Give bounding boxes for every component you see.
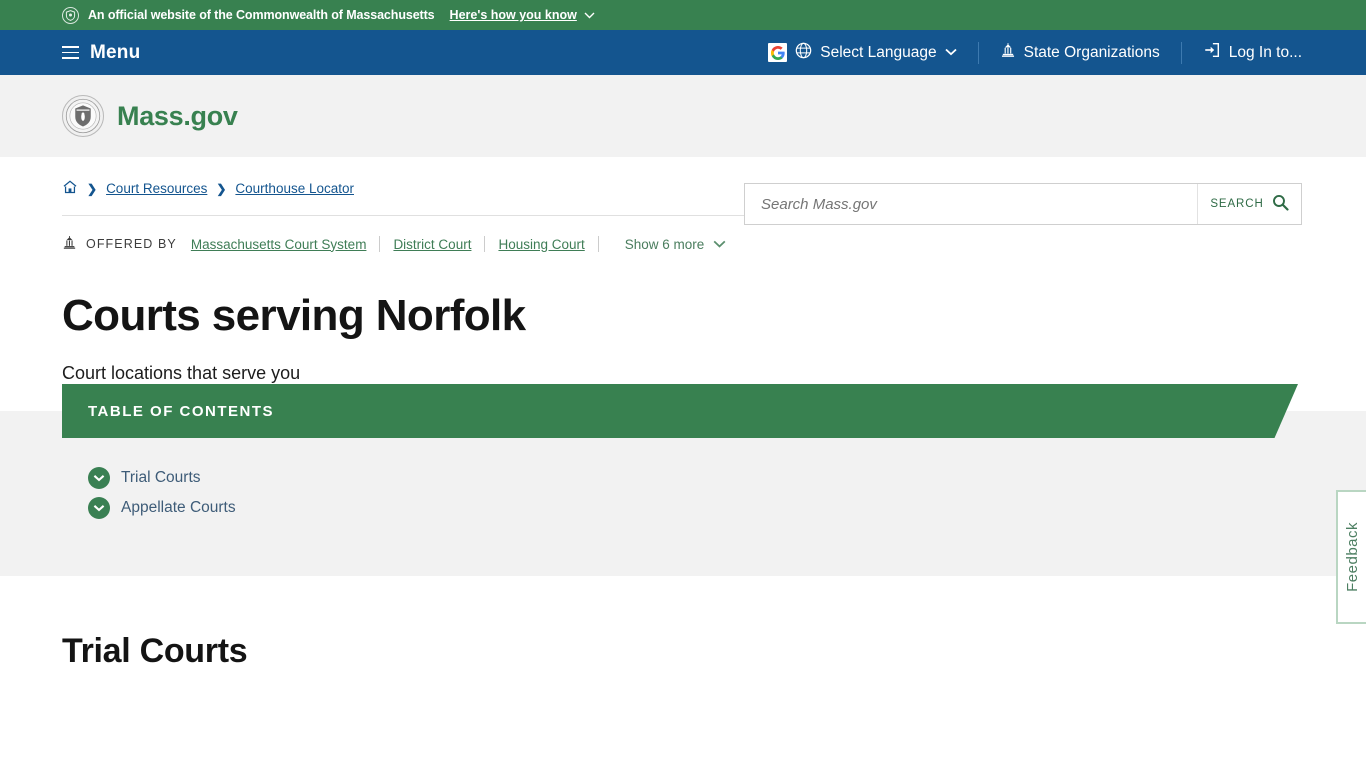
offered-by-org-district-court[interactable]: District Court — [393, 237, 471, 252]
official-banner-text: An official website of the Commonwealth … — [88, 8, 435, 22]
select-language-label: Select Language — [820, 43, 937, 61]
chevron-right-icon: ❯ — [87, 181, 98, 196]
show-more-label: Show 6 more — [624, 236, 705, 252]
menu-label: Menu — [90, 41, 141, 63]
main-navigation-bar: Menu Select Language State Organizations… — [0, 30, 1366, 75]
section-heading-trial-courts: Trial Courts — [62, 632, 248, 670]
page-subtitle: Court locations that serve you — [62, 363, 301, 383]
home-icon[interactable] — [62, 179, 78, 198]
offered-by-org-massachusetts-court-system[interactable]: Massachusetts Court System — [191, 237, 367, 252]
breadcrumb-item-court-resources[interactable]: Court Resources — [106, 181, 207, 196]
table-of-contents-section: TABLE OF CONTENTS Trial Courts Appellate… — [0, 384, 1366, 576]
toc-label: Appellate Courts — [121, 499, 236, 516]
page-content: ❯ Court Resources ❯ Courthouse Locator O… — [0, 157, 1366, 671]
log-in-label: Log In to... — [1228, 43, 1302, 61]
magnifier-icon — [1272, 194, 1289, 214]
state-seal-icon — [62, 6, 79, 24]
state-organizations-link[interactable]: State Organizations — [1000, 42, 1160, 63]
how-you-know-label: Here's how you know — [449, 8, 577, 22]
page-title: Courts serving Norfolk — [62, 291, 526, 340]
chevron-down-circle-icon — [88, 467, 110, 489]
google-logo-icon — [768, 43, 788, 62]
chevron-down-icon — [584, 12, 595, 18]
table-of-contents-title: TABLE OF CONTENTS — [88, 402, 275, 420]
nav-divider — [977, 41, 979, 64]
how-you-know-toggle[interactable]: Here's how you know — [450, 8, 595, 22]
capitol-building-icon — [1000, 42, 1016, 63]
toc-item-appellate-courts[interactable]: Appellate Courts — [88, 497, 236, 519]
capitol-building-icon — [62, 235, 77, 253]
toc-item-trial-courts[interactable]: Trial Courts — [88, 467, 236, 489]
table-of-contents-banner: TABLE OF CONTENTS — [62, 384, 1298, 438]
official-government-banner: An official website of the Commonwealth … — [0, 0, 1366, 30]
offered-by-divider — [379, 236, 381, 252]
offered-by-label: OFFERED BY — [86, 237, 177, 251]
select-language-button[interactable]: Select Language — [768, 42, 957, 64]
menu-button[interactable]: Menu — [62, 42, 140, 64]
chevron-down-icon — [713, 240, 726, 248]
search-button[interactable]: SEARCH — [1197, 184, 1301, 224]
brand-name: Mass.gov — [117, 100, 238, 131]
feedback-label: Feedback — [1343, 522, 1361, 592]
chevron-down-icon — [944, 47, 957, 59]
feedback-tab-button[interactable]: Feedback — [1336, 490, 1366, 624]
chevron-right-icon: ❯ — [216, 181, 227, 196]
nav-right-group: Select Language State Organizations Log … — [768, 30, 1366, 75]
state-organizations-label: State Organizations — [1023, 43, 1160, 61]
table-of-contents-list: Trial Courts Appellate Courts — [88, 467, 236, 527]
chevron-down-circle-icon — [88, 497, 110, 519]
offered-by-org-housing-court[interactable]: Housing Court — [498, 237, 584, 252]
hamburger-icon — [62, 46, 79, 59]
show-more-organizations-button[interactable]: Show 6 more — [625, 237, 727, 252]
breadcrumb-item-courthouse-locator[interactable]: Courthouse Locator — [235, 181, 354, 196]
search-button-label: SEARCH — [1210, 198, 1264, 210]
site-search: SEARCH — [744, 183, 1302, 225]
nav-divider — [1180, 41, 1182, 64]
log-in-button[interactable]: Log In to... — [1203, 41, 1302, 64]
login-arrow-icon — [1203, 41, 1221, 64]
site-masthead: Mass.gov SEARCH — [0, 75, 1366, 225]
mass-gov-logo-link[interactable]: Mass.gov — [62, 95, 238, 137]
toc-label: Trial Courts — [121, 469, 201, 486]
mass-state-seal-icon — [62, 95, 104, 137]
offered-by-divider — [484, 236, 486, 252]
offered-by-divider — [597, 236, 599, 252]
main-section-container: Trial Courts — [0, 576, 1366, 671]
search-input[interactable] — [745, 184, 1197, 224]
globe-icon — [795, 42, 812, 64]
